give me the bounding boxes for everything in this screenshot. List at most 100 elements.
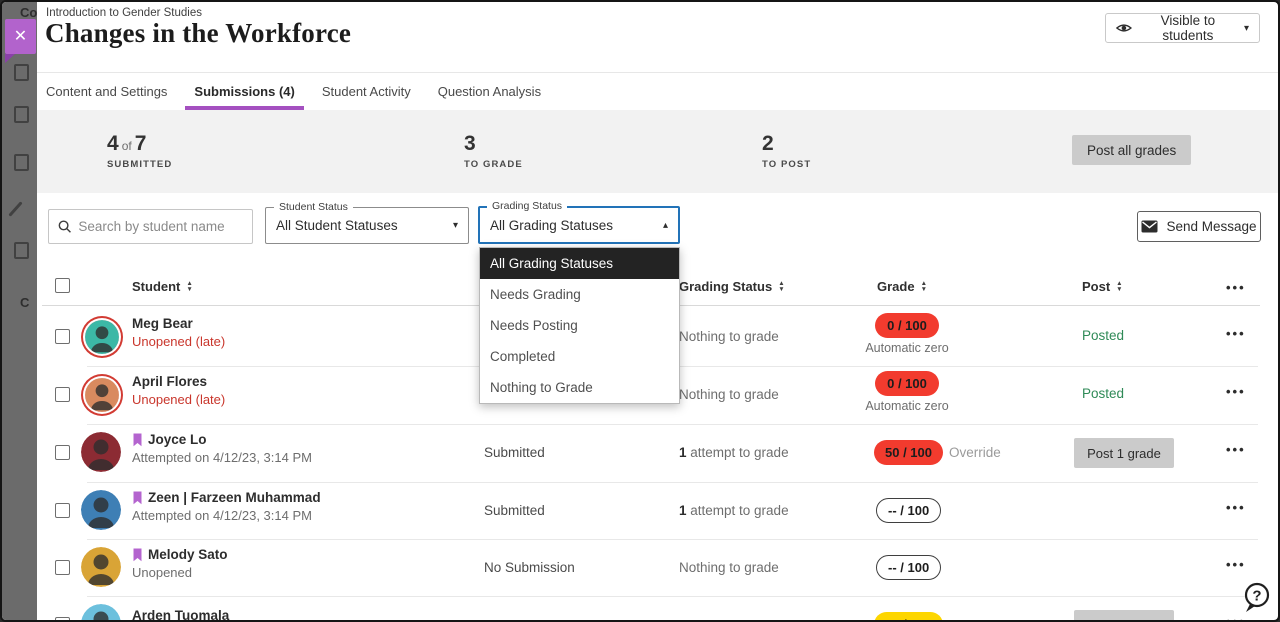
row-menu-icon[interactable]: ••• [1226,557,1246,572]
submission-cell: No Submission [484,560,575,575]
close-button-fold [5,54,15,63]
tab-question-analysis[interactable]: Question Analysis [438,73,541,110]
sidebar-clipped-text: Co [20,5,37,20]
row-menu-icon[interactable]: ••• [1226,442,1246,457]
submitted-total: 7 [135,132,147,155]
column-header-grade[interactable]: Grade▲▼ [877,279,927,294]
row-menu-icon[interactable]: ••• [1226,326,1246,341]
eye-icon [1116,21,1132,35]
document-icon[interactable] [14,64,29,81]
avatar [85,378,119,412]
sort-icon: ▲▼ [186,281,192,292]
tab-bar: Content and Settings Submissions (4) Stu… [46,73,541,110]
avatar [85,320,119,354]
post-grade-button[interactable]: Post 1 grade [1074,438,1174,468]
column-header-post[interactable]: Post▲▼ [1082,279,1123,294]
bookmark-icon [132,433,143,447]
table-row: Melody Sato Unopened No Submission Nothi… [2,539,1278,597]
student-search [48,209,253,244]
student-name[interactable]: Melody Sato [148,547,228,562]
avatar [81,547,121,587]
student-name[interactable]: Meg Bear [132,316,193,331]
post-grade-button[interactable]: Post 1 grade [1074,610,1174,622]
table-row: Zeen | Farzeen Muhammad Attempted on 4/1… [2,482,1278,540]
tab-content-and-settings[interactable]: Content and Settings [46,73,167,110]
row-menu-icon[interactable]: ••• [1226,384,1246,399]
menu-item-completed[interactable]: Completed [480,341,679,372]
row-checkbox[interactable] [55,617,70,622]
tab-submissions[interactable]: Submissions (4) [194,73,294,110]
submission-cell: Submitted [484,503,545,518]
envelope-icon [1141,220,1158,233]
chevron-down-icon: ▾ [1244,23,1249,34]
submission-status-text: Attempted on 4/12/23, 3:14 PM [132,450,312,465]
menu-item-all-grading-statuses[interactable]: All Grading Statuses [480,248,679,279]
grade-pill[interactable]: -- / 100 [876,555,941,580]
stats-band: 4of7 SUBMITTED 3 TO GRADE 2 TO POST Post… [37,110,1278,193]
row-checkbox[interactable] [55,387,70,402]
student-name[interactable]: Joyce Lo [148,432,207,447]
tab-student-activity[interactable]: Student Activity [322,73,411,110]
submission-status-text: Unopened (late) [132,334,225,349]
grade-header-label: Grade [877,279,915,294]
menu-item-needs-grading[interactable]: Needs Grading [480,279,679,310]
row-checkbox[interactable] [55,445,70,460]
student-status-label: Student Status [274,201,353,213]
grade-pill[interactable]: 50 / 100 [874,440,943,465]
stat-to-grade: 3 TO GRADE [464,132,523,170]
pencil-icon[interactable] [8,201,22,216]
override-label: Override [949,445,1001,460]
submission-status-text: Unopened [132,565,192,580]
post-header-label: Post [1082,279,1110,294]
help-button[interactable]: ? [1240,581,1272,618]
grade-pill[interactable]: 0 / 100 [875,371,939,396]
column-header-student[interactable]: Student▲▼ [132,279,193,294]
grading-status-cell: 1 attempt to grade [679,503,789,518]
send-message-button[interactable]: Send Message [1137,211,1261,242]
student-name[interactable]: Arden Tuomala [132,608,229,622]
grade-pill[interactable]: 0 / 100 [875,313,939,338]
chevron-down-icon: ▾ [453,220,458,231]
code-panel-icon[interactable] [14,106,29,123]
post-all-grades-button[interactable]: Post all grades [1072,135,1191,165]
search-input[interactable] [78,219,243,234]
select-all-checkbox[interactable] [55,278,70,293]
column-header-grading-status[interactable]: Grading Status ▲▼ [679,279,785,294]
student-name[interactable]: Zeen | Farzeen Muhammad [148,490,321,505]
grade-note: Automatic zero [842,341,972,355]
row-checkbox[interactable] [55,329,70,344]
row-checkbox[interactable] [55,560,70,575]
close-icon: ✕ [14,28,27,45]
grading-status-cell: 1 attempt to grade [679,445,789,460]
grade-cell: 0 / 100 Automatic zero [842,313,972,355]
notes-icon[interactable] [14,242,29,259]
submitted-of: of [119,139,135,153]
submission-status-text: Attempted on 4/12/23, 3:14 PM [132,508,312,523]
avatar [81,604,121,622]
menu-item-needs-posting[interactable]: Needs Posting [480,310,679,341]
page-title: Changes in the Workforce [45,18,351,49]
student-name[interactable]: April Flores [132,374,207,389]
app-window: Co C ✕ Introduction to Gender Studies Ch… [0,0,1280,622]
visibility-button[interactable]: Visible to students ▾ [1105,13,1260,43]
gradebook-icon[interactable] [14,154,29,171]
grading-status-cell: Nothing to grade [679,329,779,344]
row-checkbox[interactable] [55,503,70,518]
to-post-label: TO POST [762,159,811,170]
posted-status: Posted [1082,386,1124,401]
avatar [81,432,121,472]
grading-status-header-label: Grading Status [679,279,772,294]
sort-icon: ▲▼ [778,281,784,292]
close-panel-button[interactable]: ✕ [5,19,36,54]
grade-pill[interactable]: 70 / 100 [874,612,943,622]
grading-status-label: Grading Status [487,200,567,212]
search-icon [58,219,71,234]
posted-status: Posted [1082,328,1124,343]
stat-submitted: 4of7 SUBMITTED [107,132,172,170]
row-menu-icon[interactable]: ••• [1226,500,1246,515]
grade-pill[interactable]: -- / 100 [876,498,941,523]
menu-item-nothing-to-grade[interactable]: Nothing to Grade [480,372,679,403]
table-row: Arden Tuomala Submitted Nothing to grade… [2,596,1278,622]
chevron-up-icon: ▴ [663,220,668,231]
table-options-icon[interactable]: ••• [1226,280,1246,295]
